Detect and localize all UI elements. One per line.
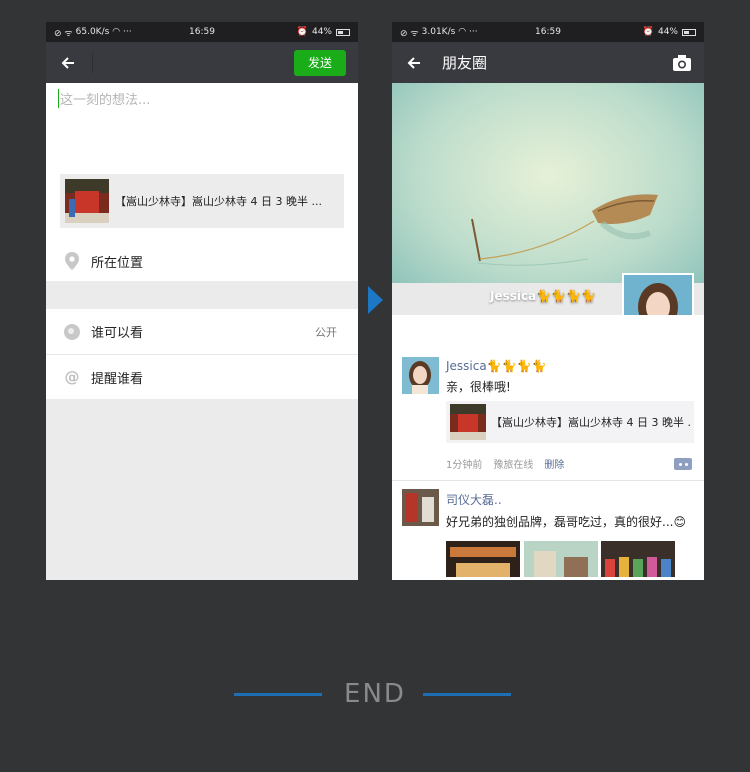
battery-percent: 44%	[311, 27, 332, 37]
mention-label: 提醒谁看	[91, 371, 144, 387]
alarm-icon: ⏰	[296, 27, 308, 37]
post-author[interactable]: 司仪大磊..	[446, 491, 502, 508]
end-label: END	[344, 679, 406, 709]
wifi-icon: ◠ ···	[458, 27, 478, 37]
compose-screen: ⊘ ᯤ 65.0K/s ◠ ··· 16:59 ⏰ 44% 发送 这一刻的想法.…	[46, 22, 358, 580]
delete-button[interactable]: 删除	[544, 456, 564, 471]
section-gap	[46, 281, 358, 309]
wifi-icon: ◠ ···	[112, 27, 132, 37]
moments-screen: ⊘ ᯤ 3.01K/s ◠ ··· 16:59 ⏰ 44% 朋友圈 Jessic…	[392, 22, 704, 580]
status-bar: ⊘ ᯤ 65.0K/s ◠ ··· 16:59 ⏰ 44%	[46, 22, 358, 42]
feed-post: Jessica🐈🐈🐈🐈 亲，很棒哦! 【嵩山少林寺】嵩山少林寺 4 日 3 晚半…	[392, 315, 704, 481]
network-speed: 3.01K/s	[421, 27, 456, 37]
visibility-label: 谁可以看	[91, 326, 144, 341]
post-photo[interactable]	[524, 541, 598, 577]
comment-icon[interactable]	[674, 458, 692, 470]
cover-username: Jessica🐈🐈🐈🐈	[490, 289, 596, 303]
battery-percent: 44%	[657, 27, 678, 37]
status-right: ⏰ 44%	[297, 27, 350, 37]
cover-avatar[interactable]	[622, 273, 694, 315]
post-photo[interactable]	[601, 541, 675, 577]
moments-feed: Jessica🐈🐈🐈🐈 亲，很棒哦! 【嵩山少林寺】嵩山少林寺 4 日 3 晚半…	[392, 315, 704, 580]
mention-row[interactable]: @ 提醒谁看	[46, 354, 358, 399]
post-photo[interactable]	[446, 541, 520, 577]
feed-post: 司仪大磊.. 好兄弟的独创品牌，磊哥吃过，真的很好...😊	[392, 481, 704, 580]
back-arrow-icon[interactable]	[404, 53, 424, 73]
location-label: 所在位置	[91, 255, 144, 271]
post-author[interactable]: Jessica🐈🐈🐈🐈	[446, 359, 546, 373]
send-button[interactable]: 发送	[294, 49, 346, 76]
share-card[interactable]: 【嵩山少林寺】嵩山少林寺 4 日 3 晚半 ...	[60, 174, 344, 228]
post-text: 好兄弟的独创品牌，磊哥吃过，真的很好...😊	[446, 515, 686, 529]
compose-input[interactable]: 这一刻的想法...	[58, 89, 150, 108]
status-bar: ⊘ ᯤ 3.01K/s ◠ ··· 16:59 ⏰ 44%	[392, 22, 704, 42]
battery-icon	[336, 28, 350, 36]
link-thumbnail	[450, 404, 486, 440]
post-source[interactable]: 豫旅在线	[493, 456, 533, 471]
status-left: ⊘ ᯤ 65.0K/s ◠ ···	[54, 26, 132, 39]
post-meta: 1分钟前 豫旅在线 删除	[446, 456, 564, 471]
cover-image[interactable]: Jessica🐈🐈🐈🐈	[392, 83, 704, 315]
transition-arrow-icon	[368, 286, 383, 314]
battery-icon	[682, 28, 696, 36]
back-arrow-icon[interactable]	[58, 53, 78, 73]
title-bar: 发送	[46, 42, 358, 83]
location-pin-icon	[65, 252, 79, 270]
link-text: 【嵩山少林寺】嵩山少林寺 4 日 3 晚半 ...	[491, 416, 690, 429]
camera-icon[interactable]	[672, 53, 692, 73]
at-icon: @	[64, 368, 80, 386]
network-speed: 65.0K/s	[75, 27, 110, 37]
end-divider-right	[423, 693, 511, 696]
post-time: 1分钟前	[446, 460, 483, 471]
location-row[interactable]: 所在位置	[46, 241, 358, 281]
signal-icon: ⊘ ᯤ	[54, 28, 73, 39]
visibility-value: 公开	[315, 325, 337, 339]
visibility-row[interactable]: 谁可以看 公开	[46, 309, 358, 354]
end-footer: END	[0, 678, 750, 710]
alarm-icon: ⏰	[642, 27, 654, 37]
compose-area: 这一刻的想法... 【嵩山少林寺】嵩山少林寺 4 日 3 晚半 ...	[46, 83, 358, 241]
avatar[interactable]	[402, 357, 439, 394]
page-title: 朋友圈	[442, 54, 488, 72]
share-card-text: 【嵩山少林寺】嵩山少林寺 4 日 3 晚半 ...	[115, 195, 322, 208]
status-left: ⊘ ᯤ 3.01K/s ◠ ···	[400, 26, 478, 39]
status-right: ⏰ 44%	[643, 27, 696, 37]
post-text: 亲，很棒哦!	[446, 380, 511, 394]
title-divider	[92, 52, 93, 73]
avatar[interactable]	[402, 489, 439, 526]
title-bar: 朋友圈	[392, 42, 704, 83]
post-link-card[interactable]: 【嵩山少林寺】嵩山少林寺 4 日 3 晚半 ...	[446, 401, 694, 443]
signal-icon: ⊘ ᯤ	[400, 28, 419, 39]
share-thumbnail	[65, 179, 109, 223]
globe-icon	[64, 323, 80, 340]
